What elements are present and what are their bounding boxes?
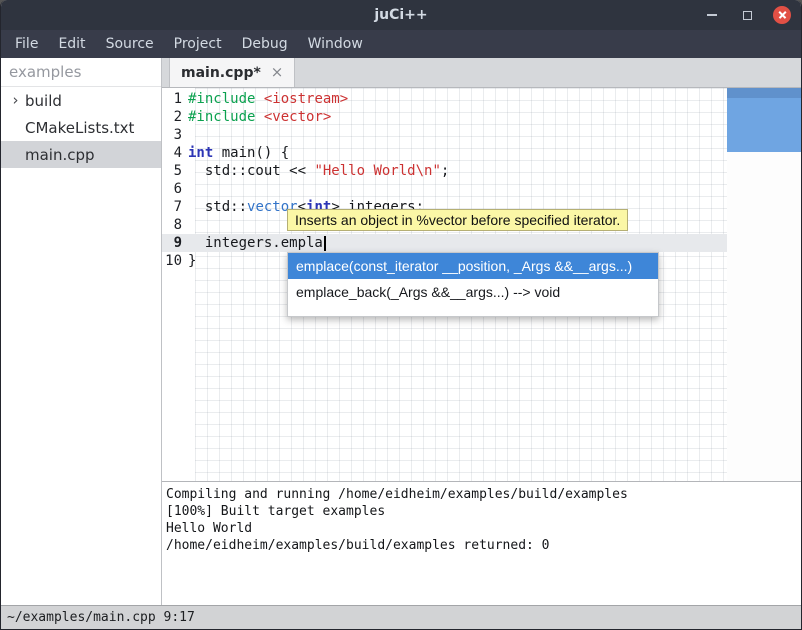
window-title: juCi++: [374, 7, 427, 23]
status-bar: ~/examples/main.cpp 9:17: [1, 605, 801, 629]
token: <vector>: [264, 109, 331, 125]
menu-project[interactable]: Project: [164, 32, 232, 56]
minimap-column[interactable]: [727, 88, 801, 481]
app-window: juCi++ FileEditSourceProjectDebugWindow …: [0, 0, 802, 630]
token: #include: [188, 109, 255, 125]
file-label: main.cpp: [25, 146, 95, 164]
token: main() {: [213, 145, 289, 161]
token: integers.empla: [188, 235, 323, 251]
file-label: CMakeLists.txt: [25, 119, 134, 137]
code-text: }: [188, 253, 196, 269]
terminal-line-0: Compiling and running /home/eidheim/exam…: [166, 486, 801, 503]
menu-file[interactable]: File: [5, 32, 48, 56]
token: ;: [441, 163, 449, 179]
title-bar[interactable]: juCi++: [1, 0, 801, 30]
code-text: integers.empla: [188, 235, 326, 251]
main-area: examples ›build CMakeLists.txt main.cpp ma…: [1, 58, 801, 605]
status-text: ~/examples/main.cpp 9:17: [7, 610, 195, 625]
token: #include: [188, 91, 255, 107]
completion-popup: emplace(const_iterator __position, _Args…: [287, 252, 659, 317]
token: <iostream>: [264, 91, 348, 107]
token: }: [188, 253, 196, 269]
tab-bar: main.cpp* ×: [162, 58, 801, 88]
token: "Hello World\n": [314, 163, 440, 179]
doc-tooltip: Inserts an object in %vector before spec…: [287, 209, 628, 231]
minimize-button[interactable]: [703, 6, 721, 24]
line-number: 2: [162, 109, 188, 125]
close-button[interactable]: [773, 6, 791, 24]
line-number: 8: [162, 217, 188, 233]
file-tree: ›build CMakeLists.txt main.cpp: [1, 87, 161, 605]
menu-window[interactable]: Window: [298, 32, 373, 56]
token: int: [188, 145, 213, 161]
code-lines: 1#include <iostream>2#include <vector>34…: [162, 90, 727, 270]
code-line-2[interactable]: 2#include <vector>: [162, 108, 727, 126]
menu-edit[interactable]: Edit: [48, 32, 95, 56]
line-number: 4: [162, 145, 188, 161]
line-number: 5: [162, 163, 188, 179]
restore-icon: [743, 11, 752, 20]
text-cursor: [324, 236, 326, 251]
menu-debug[interactable]: Debug: [232, 32, 298, 56]
completion-item-1[interactable]: emplace_back(_Args &&__args...) --> void: [288, 279, 658, 305]
tab-close-icon[interactable]: ×: [271, 65, 284, 80]
sidebar: examples ›build CMakeLists.txt main.cpp: [1, 58, 162, 605]
file-tree-item-build[interactable]: ›build: [1, 87, 161, 114]
line-number: 9: [162, 235, 188, 251]
line-number: 6: [162, 181, 188, 197]
expander-icon[interactable]: ›: [8, 93, 23, 108]
code-line-5[interactable]: 5 std::cout << "Hello World\n";: [162, 162, 727, 180]
file-tree-item-cmakelists-txt[interactable]: CMakeLists.txt: [1, 114, 161, 141]
project-name: examples: [1, 58, 161, 87]
token: [255, 109, 263, 125]
code-line-1[interactable]: 1#include <iostream>: [162, 90, 727, 108]
code-line-3[interactable]: 3: [162, 126, 727, 144]
file-label: build: [25, 92, 62, 110]
minimap-visible-region[interactable]: [727, 88, 801, 152]
line-number: 10: [162, 253, 188, 269]
code-text: #include <iostream>: [188, 91, 348, 107]
terminal-line-1: [100%] Built target examples: [166, 503, 801, 520]
code-line-9[interactable]: 9 integers.empla: [162, 234, 727, 252]
menu-source[interactable]: Source: [96, 32, 164, 56]
token: [255, 91, 263, 107]
minimize-icon: [707, 14, 717, 16]
tab-main-cpp[interactable]: main.cpp* ×: [169, 58, 295, 87]
menu-bar: FileEditSourceProjectDebugWindow: [1, 30, 801, 58]
window-controls: [703, 0, 791, 30]
completion-item-0[interactable]: emplace(const_iterator __position, _Args…: [288, 253, 658, 279]
line-number: 7: [162, 199, 188, 215]
terminal-line-2: Hello World: [166, 520, 801, 537]
editor-pane: main.cpp* × 1#include <iostream>2#includ…: [162, 58, 801, 605]
code-text: std::cout << "Hello World\n";: [188, 163, 449, 179]
code-text: int main() {: [188, 145, 289, 161]
token: std::cout <<: [188, 163, 314, 179]
token: std::: [188, 199, 247, 215]
file-tree-item-main-cpp[interactable]: main.cpp: [1, 141, 161, 168]
terminal-line-3: /home/eidheim/examples/build/examples re…: [166, 537, 801, 554]
code-editor[interactable]: 1#include <iostream>2#include <vector>34…: [162, 88, 801, 481]
restore-button[interactable]: [738, 6, 756, 24]
code-line-4[interactable]: 4int main() {: [162, 144, 727, 162]
minimap-code-lines: [727, 88, 801, 98]
line-number: 1: [162, 91, 188, 107]
terminal-output[interactable]: Compiling and running /home/eidheim/exam…: [162, 481, 801, 605]
line-number: 3: [162, 127, 188, 143]
code-line-6[interactable]: 6: [162, 180, 727, 198]
code-text: #include <vector>: [188, 109, 331, 125]
tab-label: main.cpp*: [181, 65, 261, 81]
